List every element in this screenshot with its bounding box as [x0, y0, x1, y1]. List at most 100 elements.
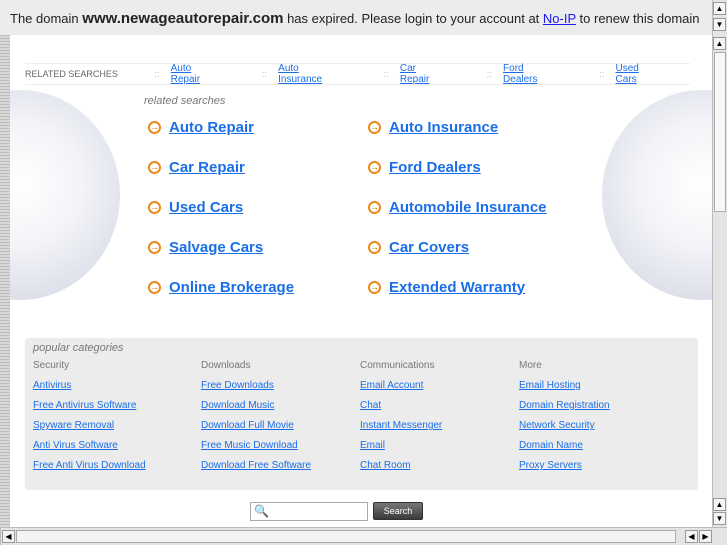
category-title: Communications: [360, 360, 435, 371]
category-link[interactable]: Email Account: [360, 380, 423, 391]
scroll-thumb[interactable]: [714, 52, 726, 212]
category-link[interactable]: Free Downloads: [201, 380, 274, 391]
related-item[interactable]: → Car Repair: [144, 157, 364, 177]
related-bar-label: RELATED SEARCHES: [25, 69, 118, 79]
category-link[interactable]: Antivirus: [33, 380, 71, 391]
search-form: 🔍 Search: [250, 502, 423, 521]
arrow-circle-icon: →: [148, 160, 161, 174]
related-link[interactable]: Auto Repair: [169, 119, 254, 136]
category-link[interactable]: Network Security: [519, 420, 595, 431]
search-button[interactable]: Search: [373, 502, 423, 520]
related-bar-link[interactable]: Used Cars: [615, 63, 662, 85]
arrow-circle-icon: →: [148, 240, 161, 254]
category-link[interactable]: Anti Virus Software: [33, 440, 118, 451]
arrow-circle-icon: →: [148, 120, 161, 134]
category-link[interactable]: Instant Messenger: [360, 420, 442, 431]
popular-heading: popular categories: [33, 342, 124, 354]
related-searches-bar: RELATED SEARCHES:: Auto Repair:: Auto Insu…: [25, 63, 690, 85]
related-item[interactable]: → Auto Repair: [144, 117, 364, 137]
category-link[interactable]: Chat: [360, 400, 381, 411]
related-item[interactable]: → Car Covers: [364, 237, 584, 257]
category-column: Downloads Free Downloads Download Music Dow…: [201, 360, 360, 480]
arrow-circle-icon: →: [368, 120, 381, 134]
related-bar-link[interactable]: Ford Dealers: [503, 63, 560, 85]
related-link[interactable]: Extended Warranty: [389, 279, 525, 296]
scroll-left-icon[interactable]: ◀: [685, 530, 698, 543]
category-link[interactable]: Download Music: [201, 400, 274, 411]
separator: ::: [383, 69, 389, 79]
related-item[interactable]: → Automobile Insurance: [364, 197, 584, 217]
arrow-circle-icon: →: [368, 200, 381, 214]
scroll-left-icon[interactable]: ◀: [2, 530, 15, 543]
category-link[interactable]: Domain Registration: [519, 400, 610, 411]
related-item[interactable]: → Ford Dealers: [364, 157, 584, 177]
separator: ::: [486, 69, 492, 79]
noip-link[interactable]: No-IP: [543, 11, 576, 26]
category-link[interactable]: Chat Room: [360, 460, 411, 471]
category-link[interactable]: Download Free Software: [201, 460, 311, 471]
category-link[interactable]: Spyware Removal: [33, 420, 114, 431]
related-bar-link[interactable]: Auto Repair: [171, 63, 223, 85]
category-title: More: [519, 360, 542, 371]
horizontal-scrollbar[interactable]: ◀ ◀ ▶: [0, 527, 727, 545]
content-frame: RELATED SEARCHES:: Auto Repair:: Auto Insu…: [10, 35, 712, 527]
scroll-down-icon[interactable]: ▼: [713, 512, 726, 525]
related-link[interactable]: Automobile Insurance: [389, 199, 547, 216]
popular-categories: popular categories Security Antivirus Free…: [25, 338, 698, 490]
related-link[interactable]: Car Covers: [389, 239, 469, 256]
arrow-circle-icon: →: [368, 160, 381, 174]
category-link[interactable]: Free Anti Virus Download: [33, 460, 146, 471]
category-link[interactable]: Proxy Servers: [519, 460, 582, 471]
related-bar-link[interactable]: Car Repair: [400, 63, 448, 85]
scroll-down-icon[interactable]: ▼: [713, 18, 726, 31]
scroll-up-icon[interactable]: ▲: [713, 498, 726, 511]
expired-banner: The domain www.newageautorepair.com has …: [0, 0, 712, 34]
banner-text: to renew this domain: [579, 11, 700, 26]
category-link[interactable]: Domain Name: [519, 440, 583, 451]
related-bar-link[interactable]: Auto Insurance: [278, 63, 344, 85]
arrow-circle-icon: →: [368, 280, 381, 294]
related-item[interactable]: → Used Cars: [144, 197, 364, 217]
domain-name: www.newageautorepair.com: [82, 10, 284, 27]
scroll-up-icon[interactable]: ▲: [713, 2, 726, 15]
decorative-sphere: [602, 90, 712, 300]
category-column: Security Antivirus Free Antivirus Software…: [33, 360, 201, 480]
scroll-thumb[interactable]: [16, 530, 676, 543]
category-title: Downloads: [201, 360, 251, 371]
vertical-scrollbar[interactable]: ▲ ▲ ▼: [712, 35, 727, 527]
separator: ::: [599, 69, 605, 79]
related-searches: related searches → Auto Repair → Auto Insur…: [144, 95, 584, 297]
search-icon: 🔍: [254, 504, 269, 518]
category-link[interactable]: Free Music Download: [201, 440, 298, 451]
search-input[interactable]: 🔍: [250, 502, 368, 521]
category-link[interactable]: Email Hosting: [519, 380, 581, 391]
scroll-right-icon[interactable]: ▶: [699, 530, 712, 543]
outer-scrollbar[interactable]: ▲ ▼: [712, 0, 727, 35]
category-link[interactable]: Free Antivirus Software: [33, 400, 136, 411]
related-link[interactable]: Online Brokerage: [169, 279, 294, 296]
related-link[interactable]: Ford Dealers: [389, 159, 481, 176]
banner-text: The domain: [10, 11, 79, 26]
related-heading: related searches: [144, 95, 226, 107]
banner-text: has expired. Please login to your accoun…: [287, 11, 540, 26]
related-link[interactable]: Used Cars: [169, 199, 243, 216]
related-link[interactable]: Car Repair: [169, 159, 245, 176]
category-link[interactable]: Download Full Movie: [201, 420, 294, 431]
related-link[interactable]: Auto Insurance: [389, 119, 498, 136]
arrow-circle-icon: →: [148, 200, 161, 214]
related-link[interactable]: Salvage Cars: [169, 239, 263, 256]
category-link[interactable]: Email: [360, 440, 385, 451]
category-column: Communications Email Account Chat Instant M…: [360, 360, 519, 480]
related-item[interactable]: → Salvage Cars: [144, 237, 364, 257]
decorative-sphere: [10, 90, 120, 300]
related-item[interactable]: → Extended Warranty: [364, 277, 584, 297]
related-item[interactable]: → Online Brokerage: [144, 277, 364, 297]
scroll-up-icon[interactable]: ▲: [713, 37, 726, 50]
related-item[interactable]: → Auto Insurance: [364, 117, 584, 137]
separator: ::: [154, 69, 160, 79]
category-column: More Email Hosting Domain Registration Netw…: [519, 360, 679, 480]
separator: ::: [261, 69, 267, 79]
frame-border: [0, 35, 10, 527]
arrow-circle-icon: →: [368, 240, 381, 254]
arrow-circle-icon: →: [148, 280, 161, 294]
